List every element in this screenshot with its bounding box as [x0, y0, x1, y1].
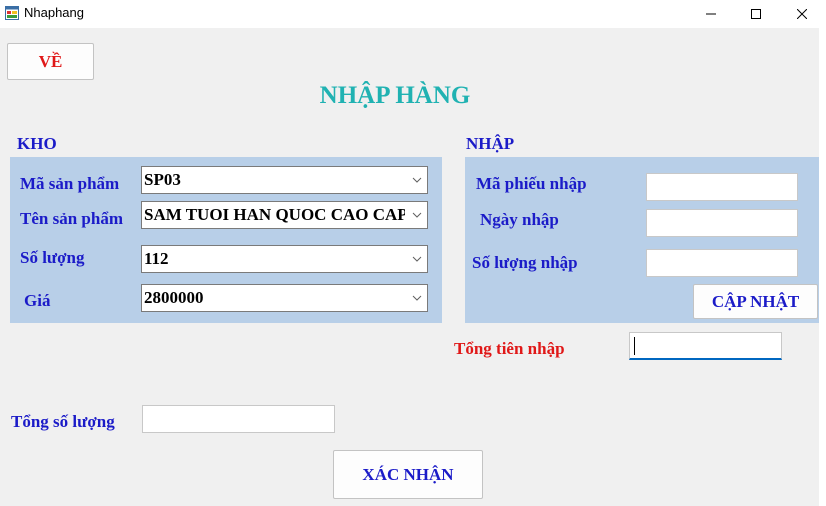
window-title: Nhaphang — [24, 5, 84, 20]
tong-tien-nhap-input[interactable] — [630, 333, 781, 358]
close-icon — [797, 9, 807, 19]
chevron-down-icon — [412, 256, 422, 262]
form-app-icon — [5, 6, 19, 20]
kho-group-title: KHO — [17, 134, 57, 153]
gia-value: 2800000 — [144, 288, 204, 307]
title-bar: Nhaphang — [0, 0, 826, 28]
maximize-icon — [751, 9, 761, 19]
tong-tien-nhap-field[interactable] — [629, 332, 782, 360]
update-button[interactable]: CẬP NHẬT — [693, 284, 818, 319]
nhap-group-title: NHẬP — [466, 134, 515, 153]
ma-san-pham-label: Mã sản phẩm — [20, 174, 120, 193]
ten-san-pham-combo[interactable]: SAM TUOI HAN QUOC CAO CAP — [141, 201, 428, 229]
so-luong-label: Số lượng — [20, 248, 85, 267]
ma-san-pham-combo[interactable]: SP03 — [141, 166, 428, 194]
nhap-panel: Mã phiếu nhập Ngày nhập Số lượng nhập CẬ… — [465, 157, 819, 323]
maximize-button[interactable] — [733, 0, 779, 28]
ten-san-pham-label: Tên sản phẩm — [20, 209, 123, 228]
tong-so-luong-field[interactable] — [142, 405, 335, 433]
tong-so-luong-input[interactable] — [143, 406, 334, 432]
page-title: NHẬP HÀNG — [319, 82, 471, 109]
ngay-nhap-label: Ngày nhập — [480, 210, 559, 229]
so-luong-value: 112 — [144, 249, 169, 268]
ngay-nhap-input[interactable] — [647, 210, 797, 236]
kho-panel: Mã sản phẩm SP03 Tên sản phẩm SAM TUOI H… — [10, 157, 442, 323]
chevron-down-icon — [412, 177, 422, 183]
so-luong-nhap-input[interactable] — [647, 250, 797, 276]
chevron-down-icon — [412, 295, 422, 301]
ngay-nhap-field[interactable] — [646, 209, 798, 237]
ma-phieu-nhap-field[interactable] — [646, 173, 798, 201]
minimize-icon — [706, 13, 716, 15]
minimize-button[interactable] — [688, 0, 734, 28]
chevron-down-icon — [412, 212, 422, 218]
so-luong-combo[interactable]: 112 — [141, 245, 428, 273]
ten-san-pham-value: SAM TUOI HAN QUOC CAO CAP — [144, 205, 405, 224]
gia-combo[interactable]: 2800000 — [141, 284, 428, 312]
tong-tien-nhap-label: Tổng tiên nhập — [454, 339, 565, 358]
confirm-button[interactable]: XÁC NHẬN — [333, 450, 483, 499]
ma-san-pham-value: SP03 — [144, 170, 181, 189]
tong-so-luong-label: Tổng số lượng — [11, 412, 115, 431]
ma-phieu-nhap-input[interactable] — [647, 174, 797, 200]
window-edge — [819, 28, 826, 506]
so-luong-nhap-field[interactable] — [646, 249, 798, 277]
close-button[interactable] — [779, 0, 825, 28]
gia-label: Giá — [24, 291, 51, 310]
so-luong-nhap-label: Số lượng nhập — [472, 253, 578, 272]
ma-phieu-nhap-label: Mã phiếu nhập — [476, 174, 587, 193]
back-button[interactable]: VỀ — [7, 43, 94, 80]
text-caret — [634, 337, 635, 355]
